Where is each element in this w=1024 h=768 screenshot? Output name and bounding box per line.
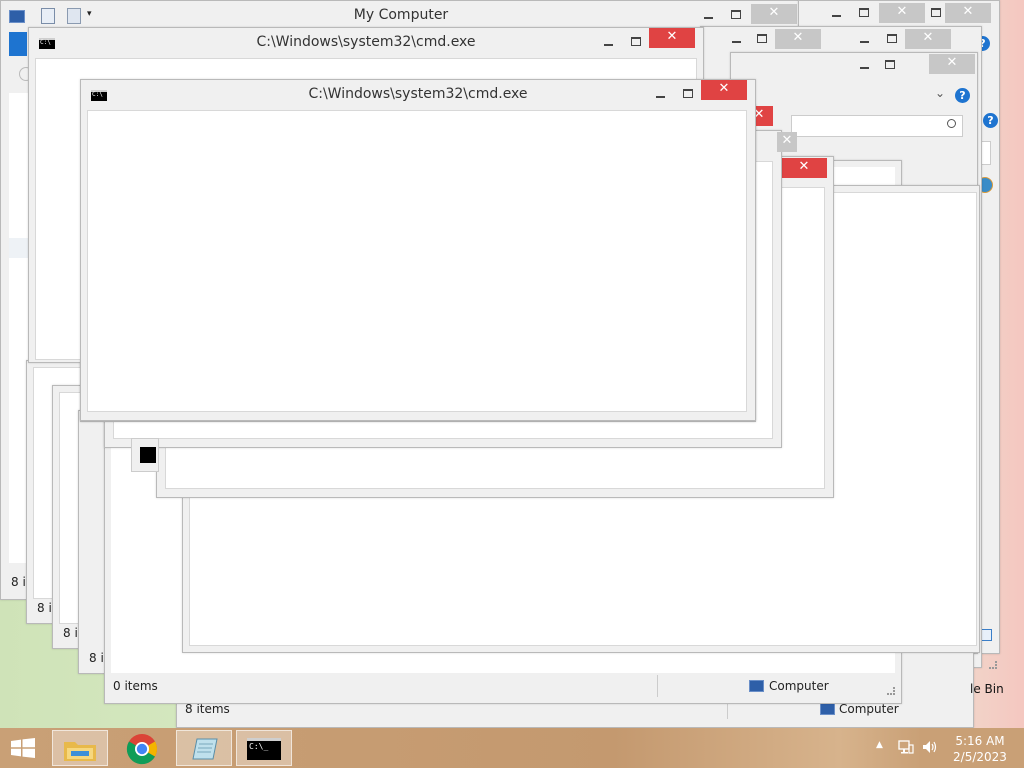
status-item-count: 0 items <box>113 679 158 693</box>
maximize-icon <box>683 89 693 98</box>
maximize-icon <box>757 34 767 43</box>
cmd-window-front[interactable]: C:\Windows\system32\cmd.exe ✕ <box>80 79 756 421</box>
cmd-window-icon <box>131 438 159 472</box>
maximize-icon <box>631 37 641 46</box>
close-button[interactable]: ✕ <box>929 54 975 74</box>
minimize-icon <box>655 95 665 98</box>
command-prompt-icon: C:\_ <box>247 738 281 760</box>
minimize-button[interactable] <box>595 32 621 52</box>
volume-icon[interactable] <box>922 740 938 754</box>
maximize-button[interactable] <box>851 3 877 23</box>
status-location: Computer <box>839 702 899 716</box>
maximize-button[interactable] <box>723 5 749 25</box>
taskbar-item-notepad[interactable] <box>176 730 232 766</box>
close-button[interactable]: ✕ <box>945 3 991 23</box>
status-item-count: 8 items <box>185 702 230 716</box>
notepad-icon <box>191 737 219 761</box>
help-icon[interactable]: ? <box>983 113 998 128</box>
maximize-button[interactable] <box>877 55 903 75</box>
maximize-icon <box>931 8 941 17</box>
minimize-button[interactable] <box>823 3 849 23</box>
ribbon-expand-chevron[interactable]: ⌄ <box>935 86 945 100</box>
taskbar-item-google-chrome[interactable] <box>114 730 170 766</box>
start-button[interactable] <box>8 736 40 760</box>
resize-grip-icon[interactable] <box>887 687 895 695</box>
minimize-button[interactable] <box>695 5 721 25</box>
network-icon[interactable] <box>898 740 914 754</box>
minimize-button[interactable] <box>851 29 877 49</box>
taskbar: C:\_ ▲ 5:16 AM 2/5/2023 <box>0 728 1024 768</box>
console-area[interactable] <box>87 110 747 412</box>
search-icon <box>947 119 956 128</box>
minimize-icon <box>703 16 713 19</box>
clock-time[interactable]: 5:16 AM <box>948 733 1012 749</box>
close-button[interactable]: ✕ <box>775 29 821 49</box>
taskbar-item-command-prompt[interactable]: C:\_ <box>236 730 292 766</box>
minimize-icon <box>859 66 869 69</box>
help-icon[interactable]: ? <box>955 88 970 103</box>
minimize-button[interactable] <box>851 55 877 75</box>
close-button[interactable]: ✕ <box>701 80 747 100</box>
close-button[interactable]: ✕ <box>905 29 951 49</box>
folder-icon <box>63 738 97 762</box>
ribbon-tab-file[interactable] <box>9 32 27 56</box>
close-button[interactable]: ✕ <box>879 3 925 23</box>
close-button[interactable]: ✕ <box>751 4 797 24</box>
minimize-icon <box>831 14 841 17</box>
windows-logo-icon <box>10 738 36 758</box>
computer-icon <box>749 680 764 692</box>
maximize-button[interactable] <box>623 32 649 52</box>
status-location: Computer <box>769 679 829 693</box>
maximize-button[interactable] <box>879 29 905 49</box>
computer-icon <box>820 703 835 715</box>
chrome-icon <box>126 733 158 765</box>
recycle-bin-label[interactable]: le Bin <box>970 682 1004 696</box>
maximize-icon <box>885 60 895 69</box>
minimize-button[interactable] <box>723 29 749 49</box>
maximize-icon <box>859 8 869 17</box>
console-icon <box>140 447 156 463</box>
clock-date[interactable]: 2/5/2023 <box>948 749 1012 765</box>
taskbar-item-file-explorer[interactable] <box>52 730 108 766</box>
maximize-button[interactable] <box>675 84 701 104</box>
close-button[interactable]: ✕ <box>781 158 827 178</box>
minimize-icon <box>603 43 613 46</box>
maximize-button[interactable] <box>749 29 775 49</box>
close-button[interactable]: ✕ <box>777 132 797 152</box>
show-hidden-icons-button[interactable]: ▲ <box>876 740 886 750</box>
window-title: My Computer <box>353 7 449 23</box>
maximize-icon <box>887 34 897 43</box>
resize-grip-icon[interactable] <box>989 661 997 669</box>
close-button[interactable]: ✕ <box>649 28 695 48</box>
maximize-icon <box>731 10 741 19</box>
minimize-icon <box>731 40 741 43</box>
minimize-icon <box>859 40 869 43</box>
minimize-button[interactable] <box>647 84 673 104</box>
search-box[interactable] <box>791 115 963 137</box>
status-separator <box>657 675 658 697</box>
